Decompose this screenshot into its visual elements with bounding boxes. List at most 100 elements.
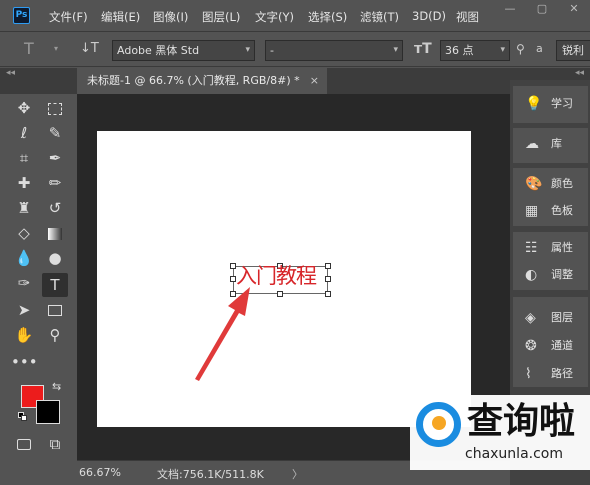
lasso-tool-icon[interactable]: ℓ	[11, 121, 37, 145]
panel-channels[interactable]: ❂ 通道	[513, 332, 588, 360]
annotation-arrow	[195, 287, 250, 381]
gradient-tool-icon[interactable]	[42, 221, 68, 245]
quick-select-icon[interactable]: ✎	[42, 121, 68, 145]
panel-paths-label: 路径	[551, 367, 573, 380]
panel-channels-label: 通道	[551, 339, 573, 352]
font-size-select[interactable]: 36 点 ▾	[440, 40, 510, 61]
history-brush-icon[interactable]: ↺	[42, 196, 68, 220]
panel-paths[interactable]: ⌇ 路径	[513, 360, 588, 388]
panel-layers[interactable]: ◈ 图层	[513, 304, 588, 332]
anti-alias-label: a	[536, 42, 543, 55]
panel-properties-label: 属性	[551, 241, 573, 254]
brush-tool-icon[interactable]: ✏	[42, 171, 68, 195]
anti-alias-select[interactable]: 锐利	[556, 40, 590, 61]
menu-edit[interactable]: 编辑(E)	[101, 9, 140, 25]
document-tab[interactable]: 未标题-1 @ 66.7% (入门教程, RGB/8#) * ×	[77, 68, 327, 94]
panel-swatches-label: 色板	[551, 204, 573, 217]
grid-icon: ▦	[525, 203, 539, 219]
close-window-button[interactable]: ✕	[558, 0, 590, 18]
swap-colors-icon[interactable]: ⇆	[52, 380, 61, 393]
panel-learn[interactable]: 💡 学习	[513, 90, 588, 118]
status-left-blank	[0, 460, 77, 485]
maximize-button[interactable]: ▢	[526, 0, 558, 18]
layers-icon: ◈	[525, 310, 536, 326]
channels-icon: ❂	[525, 338, 537, 354]
font-style-select[interactable]: - ▾	[265, 40, 403, 61]
panel-adjustments-label: 调整	[551, 268, 573, 281]
watermark-title: 查询啦	[467, 401, 576, 442]
minimize-button[interactable]: —	[494, 0, 526, 18]
eyedropper-icon[interactable]: ✒	[42, 146, 68, 170]
background-color-swatch[interactable]	[36, 400, 60, 424]
adjustments-icon: ◐	[525, 267, 538, 283]
panel-swatches[interactable]: ▦ 色板	[513, 197, 588, 225]
collapse-toolbar-icon[interactable]: ◂◂	[6, 68, 15, 78]
text-tool-icon[interactable]: T	[24, 39, 34, 58]
screen-mode-icon[interactable]: ⧉	[42, 432, 68, 456]
menu-file[interactable]: 文件(F)	[49, 9, 88, 25]
status-menu-icon[interactable]: 〉	[292, 466, 303, 482]
panel-color[interactable]: 🎨 颜色	[513, 170, 588, 198]
font-family-select[interactable]: Adobe 黑体 Std ▾	[112, 40, 255, 61]
chevron-down-icon: ▾	[500, 45, 505, 55]
chevron-down-icon: ▾	[393, 45, 398, 55]
close-icon[interactable]: ×	[310, 68, 319, 94]
menu-type[interactable]: 文字(Y)	[255, 9, 294, 25]
quick-mask-icon[interactable]	[11, 432, 37, 456]
healing-brush-icon[interactable]: ✚	[11, 171, 37, 195]
font-family-value: Adobe 黑体 Std	[117, 44, 200, 57]
dodge-tool-icon[interactable]: ●	[42, 246, 68, 270]
text-tool-icon[interactable]: T	[42, 273, 68, 297]
blur-tool-icon[interactable]: 💧	[11, 246, 37, 270]
panel-group: ◈ 图层 ❂ 通道 ⌇ 路径	[513, 297, 588, 387]
text-orientation-icon[interactable]: ↓T	[80, 41, 99, 56]
menu-3d[interactable]: 3D(D)	[412, 9, 446, 23]
document-tab-strip: ◂◂ 未标题-1 @ 66.7% (入门教程, RGB/8#) * ×	[0, 68, 590, 94]
panel-layers-label: 图层	[551, 311, 573, 324]
eraser-icon[interactable]: ◇	[11, 221, 37, 245]
transform-handle[interactable]	[325, 276, 331, 282]
photoshop-logo: Ps	[13, 7, 30, 24]
chevron-down-icon: ▾	[245, 45, 250, 55]
more-tools-icon[interactable]: •••	[11, 350, 38, 374]
watermark-logo-dot	[432, 416, 446, 430]
palette-icon: 🎨	[525, 176, 543, 192]
zoom-level[interactable]: 66.67%	[79, 466, 121, 479]
menu-layer[interactable]: 图层(L)	[202, 9, 240, 25]
panel-learn-label: 学习	[551, 97, 573, 110]
transform-handle[interactable]	[325, 291, 331, 297]
document-tab-title: 未标题-1 @ 66.7% (入门教程, RGB/8#) *	[87, 74, 300, 87]
zoom-tool-icon[interactable]: ⚲	[42, 323, 68, 347]
path-select-icon[interactable]: ➤	[11, 298, 37, 322]
panel-libraries-label: 库	[551, 137, 562, 150]
lightbulb-icon: 💡	[525, 96, 543, 112]
default-colors-icon[interactable]	[18, 412, 28, 422]
panel-group: 🎨 颜色 ▦ 色板	[513, 168, 588, 226]
panel-properties[interactable]: ☷ 属性	[513, 234, 588, 262]
menu-filter[interactable]: 滤镜(T)	[360, 9, 399, 25]
menu-select[interactable]: 选择(S)	[308, 9, 347, 25]
panel-libraries[interactable]: ☁ 库	[513, 130, 588, 158]
menu-view[interactable]: 视图	[456, 9, 479, 25]
watermark-url: chaxunla.com	[465, 446, 563, 462]
clone-stamp-icon[interactable]: ♜	[11, 196, 37, 220]
transform-handle[interactable]	[325, 263, 331, 269]
search-icon[interactable]: ⚲	[516, 42, 525, 56]
panel-group: 💡 学习	[513, 86, 588, 123]
pen-tool-icon[interactable]: ✑	[11, 271, 37, 295]
properties-icon: ☷	[525, 240, 538, 256]
panel-adjustments[interactable]: ◐ 调整	[513, 261, 588, 289]
collapse-panels-icon[interactable]: ◂◂	[575, 68, 584, 78]
panel-group: ☁ 库	[513, 128, 588, 163]
options-bar: T ▾ ↓T Adobe 黑体 Std ▾ - ▾ ᴛT 36 点 ▾ ⚲ a …	[0, 33, 590, 67]
move-tool-icon[interactable]: ✥	[11, 96, 37, 120]
hand-tool-icon[interactable]: ✋	[11, 323, 37, 347]
rectangle-tool-icon[interactable]	[42, 298, 68, 322]
crop-tool-icon[interactable]: ⌗	[11, 146, 37, 170]
menu-bar: Ps 文件(F) 编辑(E) 图像(I) 图层(L) 文字(Y) 选择(S) 滤…	[0, 0, 590, 32]
chevron-down-icon[interactable]: ▾	[54, 44, 58, 53]
window-controls: — ▢ ✕	[480, 0, 590, 18]
menu-image[interactable]: 图像(I)	[153, 9, 188, 25]
transform-handle[interactable]	[277, 291, 283, 297]
marquee-tool-icon[interactable]	[42, 96, 68, 120]
